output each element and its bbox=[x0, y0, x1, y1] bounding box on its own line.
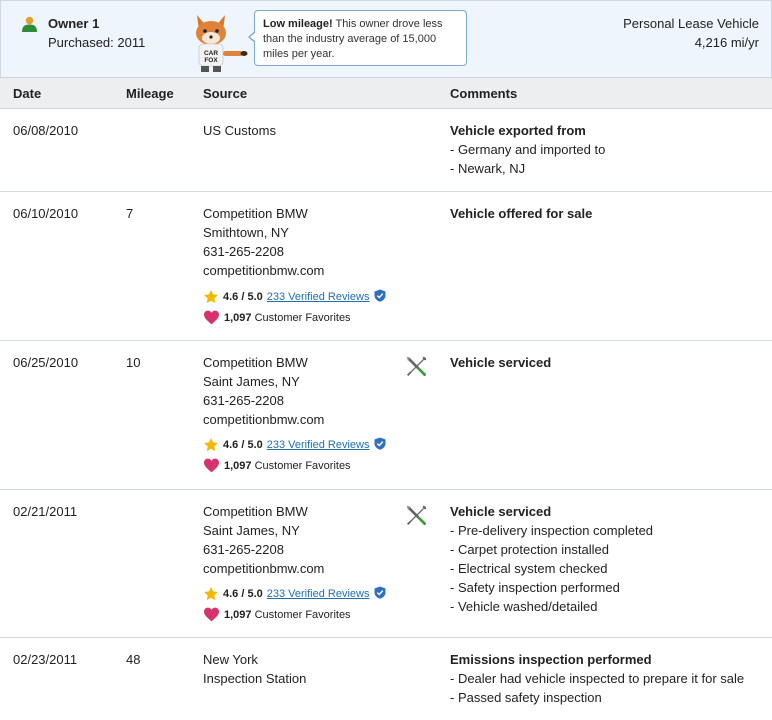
wrench-screwdriver-icon bbox=[406, 505, 427, 526]
record-date: 06/25/2010 bbox=[13, 355, 79, 370]
star-icon bbox=[204, 438, 218, 452]
star-icon bbox=[204, 290, 218, 304]
source-phone: 631-265-2208 bbox=[203, 244, 284, 259]
record-source: New York Inspection Station bbox=[203, 650, 306, 688]
owner-purchased-year: Purchased: 2011 bbox=[48, 35, 146, 50]
comment-title: Emissions inspection performed bbox=[450, 652, 652, 667]
comment-item: - Pre-delivery inspection completed bbox=[450, 523, 654, 538]
customer-favorites: 1,097 Customer Favorites bbox=[203, 607, 351, 623]
dealer-rating: 4.6 / 5.0 233 Verified Reviews bbox=[203, 289, 386, 305]
svg-text:CAR: CAR bbox=[204, 50, 218, 57]
record-source: Competition BMW Saint James, NY 631-265-… bbox=[203, 502, 324, 578]
person-icon bbox=[22, 16, 37, 32]
column-header-source: Source bbox=[203, 86, 248, 101]
heart-icon bbox=[204, 607, 219, 622]
owner-title: Owner 1 bbox=[48, 16, 100, 31]
comment-item: - Electrical system checked bbox=[450, 561, 608, 576]
svg-text:FOX: FOX bbox=[204, 57, 218, 64]
miles-per-year: 4,216 mi/yr bbox=[694, 35, 759, 50]
record-source: Competition BMW Saint James, NY 631-265-… bbox=[203, 353, 324, 429]
comment-title: Vehicle serviced bbox=[450, 355, 552, 370]
heart-icon bbox=[204, 458, 219, 473]
source-name-line-2: Inspection Station bbox=[203, 671, 307, 686]
comment-item: - Germany and imported to bbox=[450, 142, 606, 157]
verified-reviews-link[interactable]: 233 Verified Reviews bbox=[267, 439, 370, 451]
comment-title: Vehicle offered for sale bbox=[450, 206, 593, 221]
record-date: 06/10/2010 bbox=[13, 206, 79, 221]
record-comments: Vehicle offered for sale bbox=[450, 204, 592, 223]
shield-check-icon bbox=[374, 586, 385, 599]
favorites-count: 1,097 bbox=[224, 460, 252, 472]
table-row: 06/10/2010 7 Competition BMW Smithtown, … bbox=[0, 192, 772, 341]
shield-check-icon bbox=[374, 437, 385, 450]
carfox-mascot-icon: CAR FOX bbox=[196, 15, 248, 72]
source-website: competitionbmw.com bbox=[203, 412, 325, 427]
source-website: competitionbmw.com bbox=[203, 263, 325, 278]
table-row: 06/25/2010 10 Competition BMW Saint Jame… bbox=[0, 341, 772, 490]
source-name: New York bbox=[203, 652, 258, 667]
favorites-label: Customer Favorites bbox=[251, 460, 351, 472]
favorites-count: 1,097 bbox=[224, 609, 252, 621]
customer-favorites: 1,097 Customer Favorites bbox=[203, 310, 351, 326]
dealer-rating: 4.6 / 5.0 233 Verified Reviews bbox=[203, 586, 386, 602]
source-phone: 631-265-2208 bbox=[203, 393, 284, 408]
column-header-mileage: Mileage bbox=[126, 86, 174, 101]
source-name: Competition BMW bbox=[203, 355, 308, 370]
source-location: Smithtown, NY bbox=[203, 225, 289, 240]
record-comments: Vehicle serviced bbox=[450, 353, 551, 372]
favorites-label: Customer Favorites bbox=[251, 609, 351, 621]
shield-check-icon bbox=[374, 289, 385, 302]
comment-item: - Newark, NJ bbox=[450, 161, 526, 176]
record-source: US Customs bbox=[203, 121, 276, 140]
comment-item: - Dealer had vehicle inspected to prepar… bbox=[450, 671, 745, 686]
source-location: Saint James, NY bbox=[203, 523, 300, 538]
owner-header: Owner 1 Purchased: 2011 CAR FOX Low mile… bbox=[0, 0, 772, 77]
rating-score: 4.6 / 5.0 bbox=[223, 588, 263, 600]
record-comments: Vehicle exported from - Germany and impo… bbox=[450, 121, 605, 178]
column-header-date: Date bbox=[13, 86, 42, 101]
comment-item: - Safety inspection performed bbox=[450, 580, 620, 595]
record-source: Competition BMW Smithtown, NY 631-265-22… bbox=[203, 204, 324, 280]
dealer-rating: 4.6 / 5.0 233 Verified Reviews bbox=[203, 437, 386, 453]
rating-score: 4.6 / 5.0 bbox=[223, 439, 263, 451]
verified-reviews-link[interactable]: 233 Verified Reviews bbox=[267, 588, 370, 600]
comment-title: Vehicle exported from bbox=[450, 123, 586, 138]
record-comments: Emissions inspection performed - Dealer … bbox=[450, 650, 744, 707]
record-mileage: 7 bbox=[126, 206, 134, 221]
callout-highlight: Low mileage! bbox=[263, 18, 333, 30]
record-date: 02/21/2011 bbox=[13, 504, 78, 519]
column-header-comments: Comments bbox=[450, 86, 518, 101]
table-row: 06/08/2010 US Customs Vehicle exported f… bbox=[0, 109, 772, 192]
wrench-screwdriver-icon bbox=[406, 356, 427, 377]
record-date: 06/08/2010 bbox=[13, 123, 79, 138]
heart-icon bbox=[204, 310, 219, 325]
comment-item: - Carpet protection installed bbox=[450, 542, 609, 557]
low-mileage-callout: Low mileage! This owner drove less than … bbox=[254, 10, 467, 66]
source-name: US Customs bbox=[203, 123, 276, 138]
comment-item: - Vehicle washed/detailed bbox=[450, 599, 598, 614]
table-row: 02/23/2011 48 New York Inspection Statio… bbox=[0, 638, 772, 720]
record-date: 02/23/2011 bbox=[13, 652, 78, 667]
record-mileage: 10 bbox=[126, 355, 141, 370]
comment-title: Vehicle serviced bbox=[450, 504, 552, 519]
callout-pointer-inner bbox=[250, 32, 256, 42]
comment-item: - Passed safety inspection bbox=[450, 690, 602, 705]
favorites-label: Customer Favorites bbox=[251, 312, 351, 324]
source-name: Competition BMW bbox=[203, 206, 308, 221]
favorites-count: 1,097 bbox=[224, 312, 252, 324]
source-name: Competition BMW bbox=[203, 504, 308, 519]
vehicle-type: Personal Lease Vehicle bbox=[623, 16, 759, 31]
table-row: 02/21/2011 Competition BMW Saint James, … bbox=[0, 490, 772, 638]
record-comments: Vehicle serviced - Pre-delivery inspecti… bbox=[450, 502, 653, 616]
rating-score: 4.6 / 5.0 bbox=[223, 291, 263, 303]
customer-favorites: 1,097 Customer Favorites bbox=[203, 458, 351, 474]
star-icon bbox=[204, 587, 218, 601]
table-header: Date Mileage Source Comments bbox=[0, 77, 772, 109]
source-website: competitionbmw.com bbox=[203, 561, 325, 576]
source-location: Saint James, NY bbox=[203, 374, 300, 389]
source-phone: 631-265-2208 bbox=[203, 542, 284, 557]
record-mileage: 48 bbox=[126, 652, 141, 667]
verified-reviews-link[interactable]: 233 Verified Reviews bbox=[267, 291, 370, 303]
